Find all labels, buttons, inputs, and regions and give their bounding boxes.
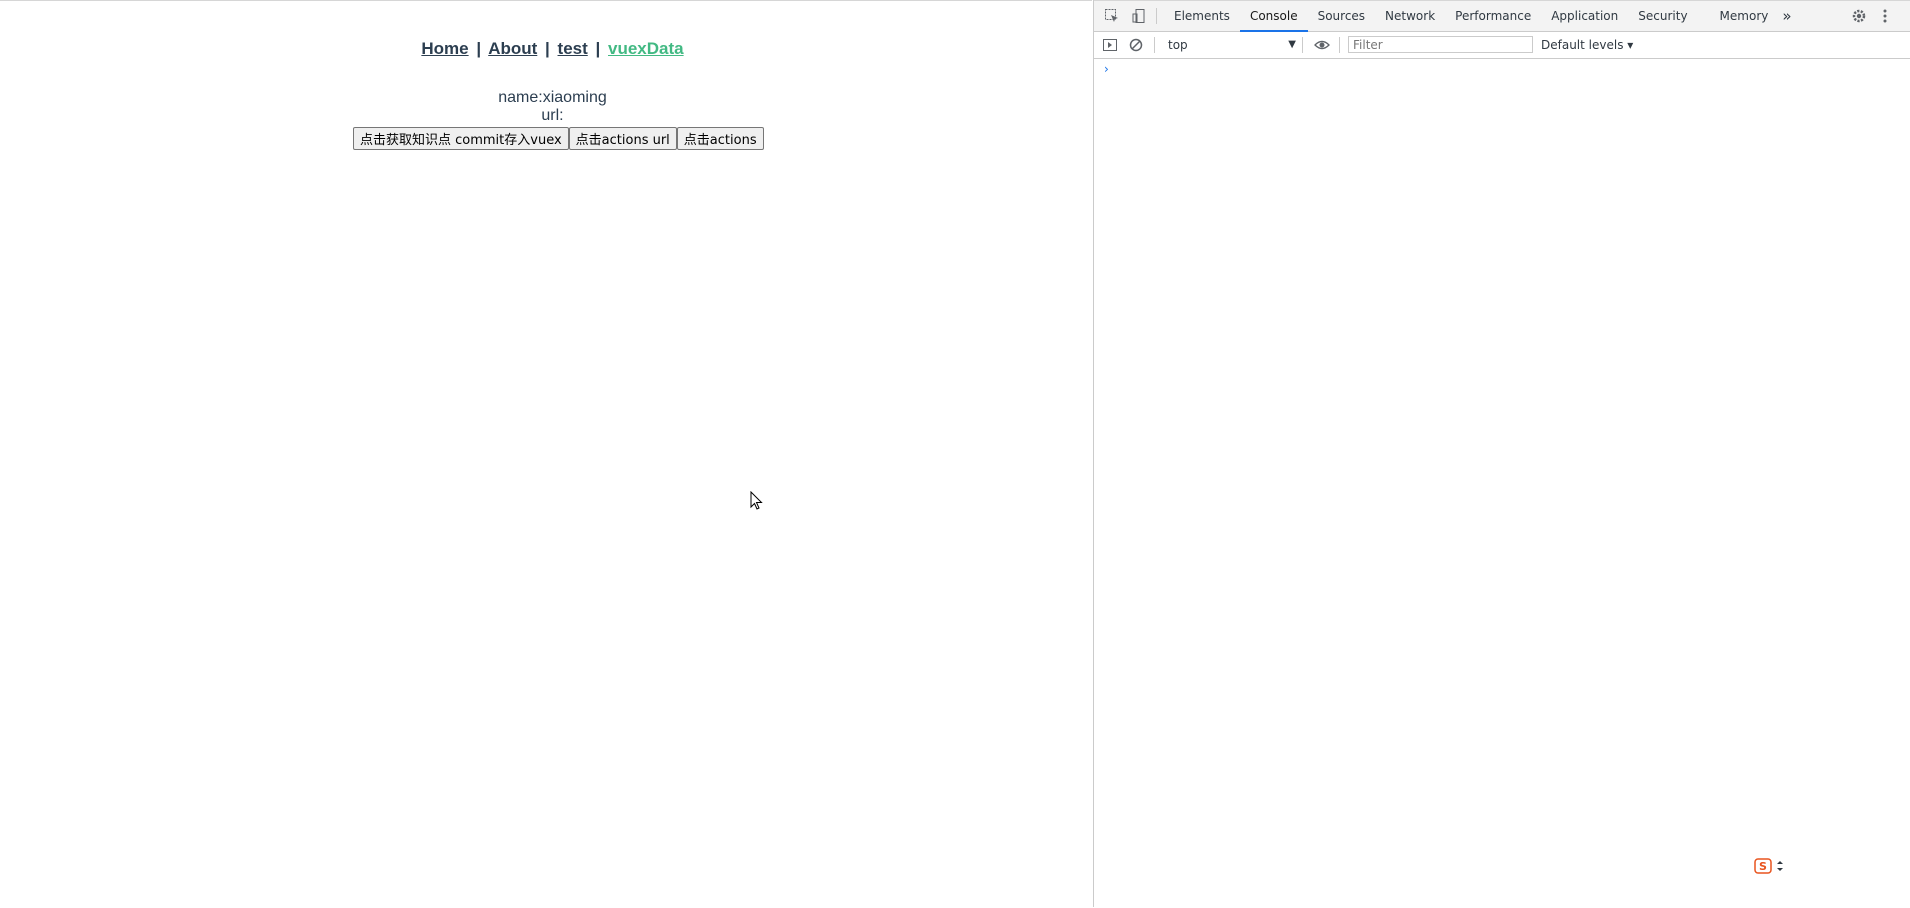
dropdown-arrow-icon: ▼ [1288, 39, 1296, 50]
commit-button[interactable]: 点击获取知识点 commit存入vuex [353, 127, 569, 150]
live-expression-eye-icon[interactable] [1314, 37, 1330, 53]
tab-network[interactable]: Network [1375, 1, 1445, 31]
top-nav: Home | About | test | vuexData [0, 39, 1105, 59]
nav-link-home[interactable]: Home [421, 39, 468, 58]
nav-separator: | [476, 39, 482, 58]
actions-button[interactable]: 点击actions [676, 127, 764, 150]
tab-sources[interactable]: Sources [1308, 1, 1375, 31]
clear-console-icon[interactable] [1128, 37, 1144, 53]
devtools-panel: Elements Console Sources Network Perform… [1093, 0, 1910, 907]
inspect-element-icon[interactable] [1104, 8, 1120, 24]
console-prompt[interactable]: › [1104, 62, 1109, 76]
mouse-cursor-icon [750, 491, 763, 510]
url-text: url: [541, 107, 564, 124]
settings-gear-icon[interactable] [1851, 8, 1867, 24]
nav-link-test[interactable]: test [558, 39, 588, 58]
context-value: top [1168, 38, 1188, 52]
tab-application[interactable]: Application [1541, 1, 1628, 31]
toolbar-divider [1156, 8, 1157, 24]
tab-elements[interactable]: Elements [1164, 1, 1240, 31]
log-levels-dropdown[interactable]: Default levels ▾ [1541, 36, 1633, 54]
devtools-tabbar: Elements Console Sources Network Perform… [1094, 0, 1910, 32]
toolbar-divider [1302, 37, 1303, 53]
svg-text:S: S [1759, 860, 1767, 873]
button-row: 点击获取知识点 commit存入vuex 点击actions url 点击act… [353, 127, 764, 150]
tab-security[interactable]: Security [1628, 1, 1697, 31]
nav-link-vuexdata[interactable]: vuexData [608, 39, 684, 58]
filter-input[interactable] [1348, 36, 1533, 53]
name-text: name:xiaoming [498, 89, 607, 106]
web-page: Home | About | test | vuexData name:xiao… [0, 0, 1092, 908]
tab-memory[interactable]: Memory [1698, 1, 1779, 31]
show-sidebar-icon[interactable] [1102, 37, 1118, 53]
tab-performance[interactable]: Performance [1445, 1, 1541, 31]
console-toolbar: top ▼ Default levels ▾ [1094, 32, 1910, 59]
more-tabs-icon[interactable]: » [1778, 1, 1795, 31]
info-block: name:xiaoming url: [0, 89, 1105, 125]
toolbar-divider [1339, 37, 1340, 53]
devtools-tabs: Elements Console Sources Network Perform… [1164, 1, 1796, 32]
sogou-ime-icon[interactable]: S [1754, 858, 1772, 874]
kebab-menu-icon[interactable] [1877, 8, 1893, 24]
toolbar-divider [1154, 37, 1155, 53]
device-toolbar-icon[interactable] [1131, 8, 1147, 24]
tab-console[interactable]: Console [1239, 1, 1308, 32]
extension-badge[interactable]: S [1754, 858, 1784, 874]
nav-separator: | [595, 39, 601, 58]
context-selector[interactable]: top ▼ [1164, 36, 1298, 54]
nav-link-about[interactable]: About [488, 39, 537, 58]
actions-url-button[interactable]: 点击actions url [568, 127, 677, 150]
nav-separator: | [545, 39, 550, 58]
sort-arrows-icon[interactable] [1776, 859, 1784, 873]
